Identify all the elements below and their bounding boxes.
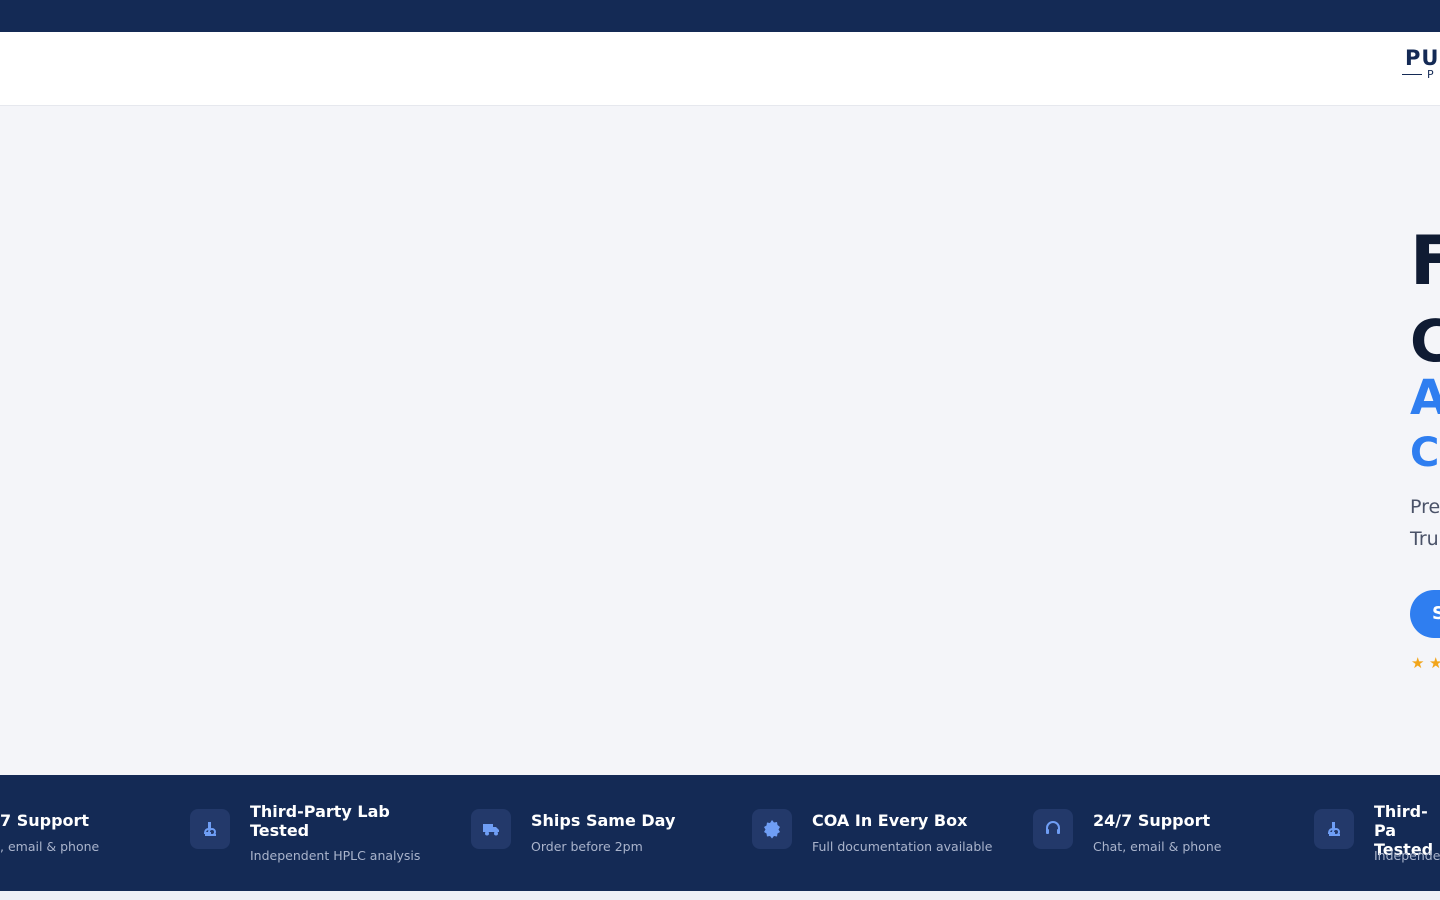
- site-header: PU P: [0, 32, 1440, 106]
- feature-item-lab-tested-2: Third-Pa Tested Independe: [1314, 775, 1440, 891]
- microscope-icon: [1314, 809, 1354, 849]
- star-icon: ★: [1429, 654, 1440, 672]
- hero-section: F C A C Pre Tru S ★ ★: [0, 106, 1440, 775]
- feature-subtitle: Independent HPLC analysis: [250, 848, 421, 863]
- feature-item-lab-tested: Third-Party Lab Tested Independent HPLC …: [190, 775, 471, 891]
- hero-title-line-1: F: [1410, 222, 1440, 301]
- feature-title: Third-Party Lab Tested: [250, 802, 390, 840]
- rating-stars: ★ ★: [1411, 653, 1440, 672]
- headset-icon: [1033, 809, 1073, 849]
- truck-icon: [471, 809, 511, 849]
- feature-title: COA In Every Box: [812, 811, 968, 830]
- microscope-icon: [190, 809, 230, 849]
- hero-title-line-2: C: [1410, 307, 1440, 375]
- feature-subtitle: Independe: [1374, 848, 1440, 863]
- feature-subtitle: Full documentation available: [812, 839, 993, 854]
- logo-divider: [1402, 74, 1422, 75]
- hero-title-line-3: A: [1410, 370, 1440, 426]
- logo-subtext: P: [1427, 68, 1434, 81]
- star-icon: ★: [1411, 654, 1425, 672]
- feature-item-support: 7 Support , email & phone: [0, 775, 221, 891]
- hero-title-line-4: C: [1410, 430, 1440, 476]
- feature-title: Ships Same Day: [531, 811, 676, 830]
- hero-cta-button[interactable]: S: [1410, 590, 1440, 638]
- hero-description-line-2: Tru: [1410, 528, 1439, 550]
- announcement-bar: [0, 0, 1440, 32]
- page-bottom-edge: [0, 891, 1440, 900]
- feature-subtitle: , email & phone: [0, 839, 100, 854]
- logo-text: PU: [1405, 46, 1440, 70]
- feature-item-support-2: 24/7 Support Chat, email & phone: [1033, 775, 1314, 891]
- site-logo[interactable]: PU P: [1402, 46, 1440, 86]
- feature-item-shipping: Ships Same Day Order before 2pm: [471, 775, 752, 891]
- hero-description-line-1: Pre: [1410, 496, 1440, 518]
- feature-subtitle: Order before 2pm: [531, 839, 643, 854]
- feature-title: 7 Support: [0, 811, 90, 830]
- feature-title: 24/7 Support: [1093, 811, 1211, 830]
- features-marquee: 7 Support , email & phone Third-Party La…: [0, 775, 1440, 891]
- feature-item-coa: COA In Every Box Full documentation avai…: [752, 775, 1033, 891]
- badge-icon: [752, 809, 792, 849]
- feature-subtitle: Chat, email & phone: [1093, 839, 1222, 854]
